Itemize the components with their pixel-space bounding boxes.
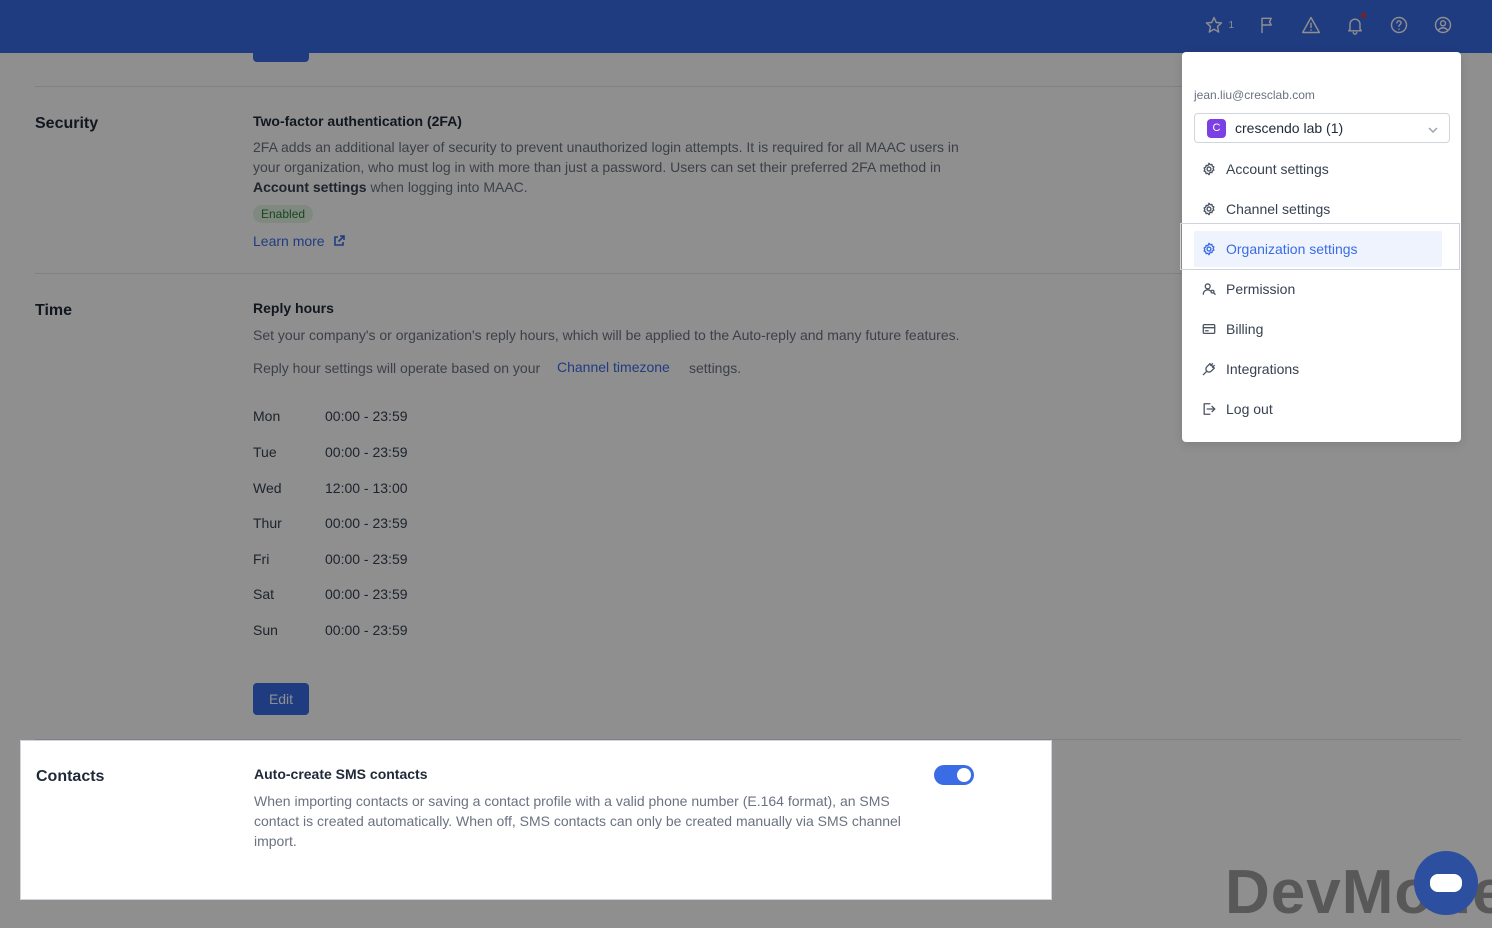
menu-item-label: Channel settings bbox=[1226, 201, 1331, 217]
menu-item-label: Account settings bbox=[1226, 161, 1329, 177]
auto-create-sms-toggle[interactable] bbox=[934, 765, 974, 785]
menu-item-label: Billing bbox=[1226, 321, 1264, 337]
auto-create-sms-title: Auto-create SMS contacts bbox=[254, 766, 428, 782]
sms-desc-line-1: When importing contacts or saving a cont… bbox=[254, 793, 890, 809]
menu-item-channel-settings[interactable]: Channel settings bbox=[1194, 191, 1442, 227]
chat-support-button[interactable] bbox=[1414, 851, 1478, 915]
logout-icon bbox=[1202, 402, 1216, 416]
toggle-knob bbox=[957, 768, 971, 782]
menu-item-label: Log out bbox=[1226, 401, 1273, 417]
chat-icon bbox=[1430, 874, 1462, 892]
user-email: jean.liu@cresclab.com bbox=[1194, 88, 1315, 102]
contacts-section-title: Contacts bbox=[36, 768, 105, 785]
menu-item-log-out[interactable]: Log out bbox=[1194, 391, 1442, 427]
menu-item-permission[interactable]: Permission bbox=[1194, 271, 1442, 307]
gear-icon bbox=[1202, 202, 1216, 216]
org-avatar: C bbox=[1207, 118, 1226, 138]
menu-item-label: Organization settings bbox=[1226, 241, 1358, 257]
account-menu: jean.liu@cresclab.com C crescendo lab (1… bbox=[1182, 52, 1461, 442]
menu-item-account-settings[interactable]: Account settings bbox=[1194, 151, 1442, 187]
contacts-section: Contacts Auto-create SMS contacts When i… bbox=[20, 740, 1052, 900]
auto-create-sms-description: When importing contacts or saving a cont… bbox=[254, 791, 914, 851]
menu-item-organization-settings[interactable]: Organization settings bbox=[1194, 231, 1442, 267]
sms-desc-line-3: import. bbox=[254, 833, 297, 849]
card-icon bbox=[1202, 322, 1216, 336]
organization-select[interactable]: C crescendo lab (1) bbox=[1194, 113, 1450, 143]
menu-item-integrations[interactable]: Integrations bbox=[1194, 351, 1442, 387]
gear-icon bbox=[1202, 162, 1216, 176]
menu-item-billing[interactable]: Billing bbox=[1194, 311, 1442, 347]
plug-icon bbox=[1202, 362, 1216, 376]
person-key-icon bbox=[1202, 282, 1216, 296]
org-name: crescendo lab (1) bbox=[1235, 120, 1344, 136]
gear-icon bbox=[1202, 242, 1216, 256]
sms-desc-line-2: contact is created automatically. When o… bbox=[254, 813, 901, 829]
menu-item-label: Permission bbox=[1226, 281, 1296, 297]
chevron-down-icon bbox=[1427, 123, 1439, 135]
menu-item-label: Integrations bbox=[1226, 361, 1300, 377]
